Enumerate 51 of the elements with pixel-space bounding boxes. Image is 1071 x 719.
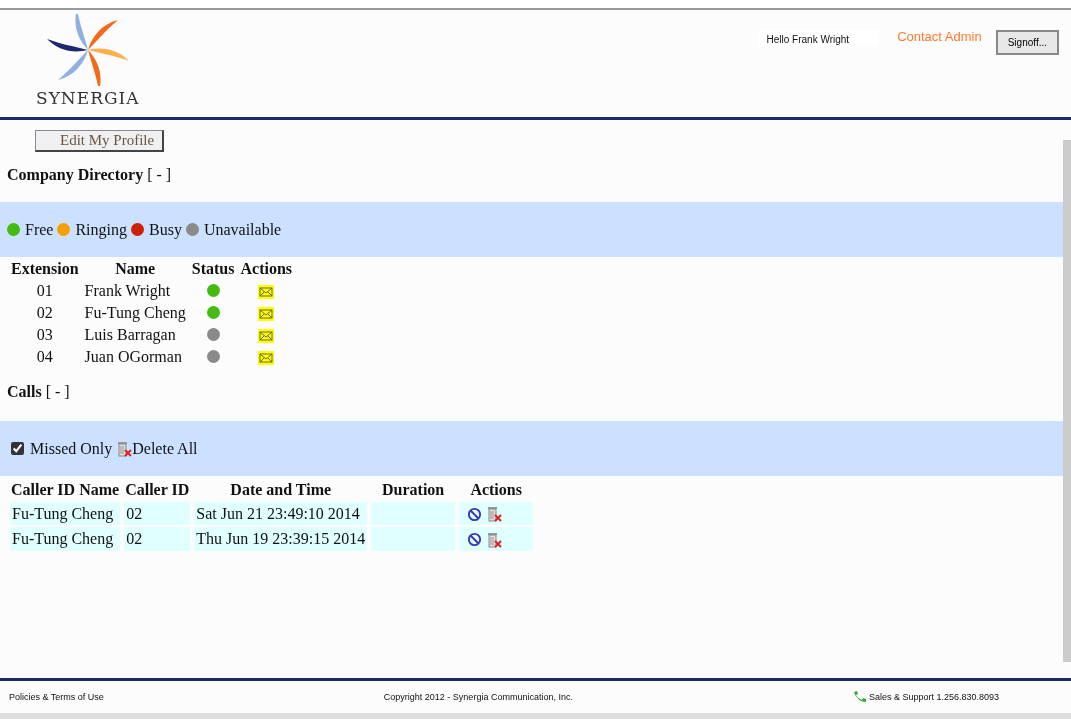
- legend-label: Unavailable: [203, 220, 282, 239]
- support-text: Sales & Support 1.256.830.8093: [868, 692, 999, 702]
- policies-link[interactable]: Policies & Terms of Use: [9, 692, 104, 702]
- trash-icon[interactable]: [486, 505, 503, 524]
- collapse-link[interactable]: [ - ]: [147, 166, 172, 184]
- column-header: Actions: [469, 480, 523, 500]
- collapse-link[interactable]: [ - ]: [45, 383, 70, 401]
- name-cell-text: Frank Wright: [83, 281, 172, 301]
- block-icon[interactable]: [467, 532, 483, 548]
- column-header: Status: [190, 259, 236, 279]
- delete-all-link[interactable]: Delete All: [132, 439, 198, 458]
- extension-cell-text: 04: [35, 347, 54, 367]
- caller-name-cell: Fu-Tung Cheng: [10, 502, 121, 526]
- column-header: Caller ID: [124, 480, 191, 500]
- extension-cell-text: 03: [35, 325, 54, 345]
- column-header: Name: [114, 259, 157, 279]
- caller-id-cell: 02: [124, 502, 191, 526]
- phone-icon: [852, 691, 867, 703]
- column-header: Extension: [10, 259, 80, 279]
- envelope-icon[interactable]: [258, 351, 275, 366]
- trash-icon[interactable]: [486, 530, 503, 549]
- extension-cell-text: 02: [35, 303, 54, 323]
- name-cell-text: Juan OGorman: [83, 347, 183, 367]
- caller-name-cell: Fu-Tung Cheng: [10, 527, 121, 551]
- legend-label: Ringing: [75, 220, 127, 239]
- name-cell: Fu-Tung Cheng: [83, 303, 187, 323]
- block-icon[interactable]: [467, 506, 483, 522]
- trash-icon[interactable]: [116, 439, 133, 458]
- date-time-cell: Thu Jun 19 23:39:15 2014: [194, 527, 368, 551]
- edit-profile-button[interactable]: Edit My Profile: [35, 130, 165, 152]
- section-title: Calls: [7, 383, 42, 401]
- section-title: Company Directory: [7, 166, 144, 184]
- column-header: Date and Time: [229, 480, 333, 500]
- name-cell-text: Luis Barragan: [83, 325, 177, 345]
- column-header: Duration: [381, 480, 446, 500]
- envelope-icon[interactable]: [258, 307, 275, 322]
- caller-id-cell: 02: [124, 527, 191, 551]
- legend-label: Free: [25, 220, 54, 239]
- checkbox-label: Missed Only: [30, 439, 113, 458]
- envelope-icon[interactable]: [258, 285, 275, 300]
- copyright-text: Copyright 2012 - Synergia Communication, Inc.: [383, 692, 573, 702]
- extension-cell-text: 01: [35, 281, 54, 301]
- signoff-button[interactable]: Signoff...: [995, 30, 1059, 55]
- missed-only-checkbox[interactable]: [11, 442, 24, 455]
- scrollbar[interactable]: [1063, 140, 1071, 662]
- column-header: Actions: [239, 259, 294, 279]
- legend-label: Busy: [149, 220, 182, 239]
- logo-text: SYNERGIA: [36, 88, 140, 108]
- date-time-cell: Sat Jun 21 23:49:10 2014: [194, 502, 368, 526]
- envelope-icon[interactable]: [258, 329, 275, 344]
- column-header: Caller ID Name: [10, 480, 121, 500]
